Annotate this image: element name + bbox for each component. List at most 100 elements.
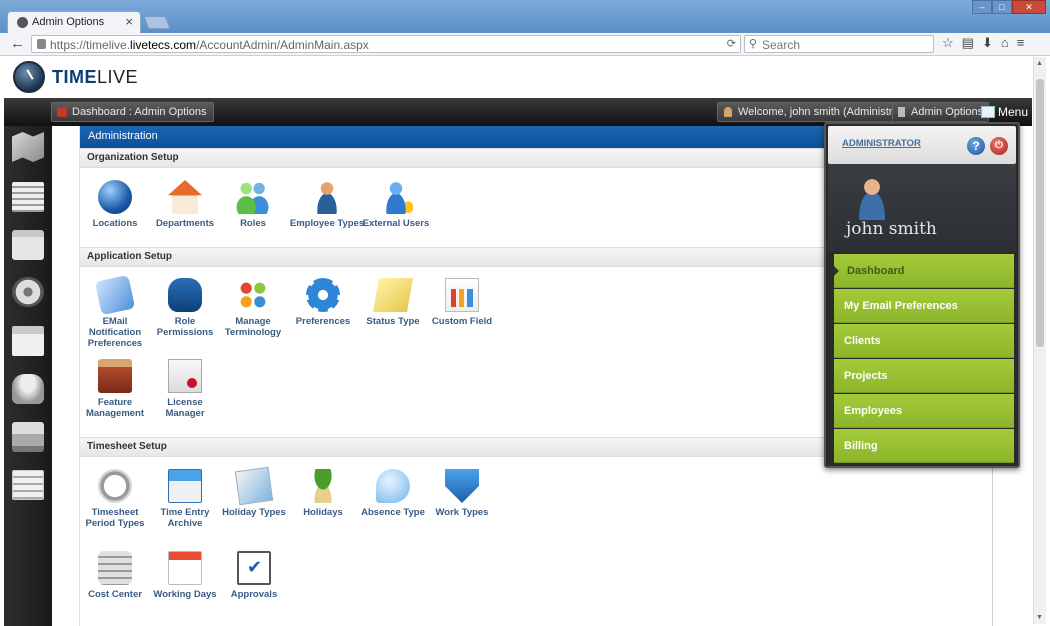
- working-days-item[interactable]: Working Days: [150, 551, 220, 600]
- help-icon[interactable]: ?: [967, 137, 985, 155]
- chart-document-icon: [445, 278, 479, 312]
- search-icon: ⚲: [749, 38, 758, 50]
- clock-favicon-icon: [17, 17, 28, 28]
- briefcase-icon: [98, 359, 132, 393]
- lock-icon: [168, 278, 202, 312]
- locations-item[interactable]: Locations: [80, 180, 150, 229]
- reload-icon[interactable]: ⟳: [727, 37, 736, 50]
- list-icon[interactable]: [12, 182, 44, 212]
- scroll-up-arrow-icon[interactable]: ▲: [1036, 60, 1043, 67]
- gear-icon: [306, 278, 340, 312]
- terminology-icon: [236, 278, 270, 312]
- timelive-logo[interactable]: TIMELIVE: [13, 61, 138, 93]
- custom-field-item[interactable]: Custom Field: [427, 278, 497, 327]
- tab-close-icon[interactable]: ×: [125, 14, 133, 29]
- scrollbar-thumb[interactable]: [1036, 79, 1044, 347]
- browser-tab[interactable]: Admin Options ×: [7, 11, 141, 33]
- holiday-types-item[interactable]: Holiday Types: [219, 466, 289, 518]
- menu-item-clients[interactable]: Clients: [834, 324, 1014, 358]
- email-icon: [94, 274, 136, 316]
- new-tab-button[interactable]: [143, 16, 171, 29]
- search-placeholder: Search: [762, 38, 801, 52]
- feature-management-item[interactable]: Feature Management: [80, 359, 150, 419]
- clock-logo-icon: [13, 61, 45, 93]
- home-icon[interactable]: ⌂: [1001, 35, 1009, 51]
- license-manager-item[interactable]: License Manager: [150, 359, 220, 419]
- menu-item-billing[interactable]: Billing: [834, 429, 1014, 463]
- user-name: john smith: [846, 219, 937, 239]
- bookmark-star-icon[interactable]: ☆: [942, 35, 954, 51]
- note-icon: [373, 278, 413, 312]
- status-type-item[interactable]: Status Type: [358, 278, 428, 327]
- external-users-item[interactable]: External Users: [361, 180, 431, 229]
- back-arrow-icon[interactable]: ←: [10, 35, 25, 52]
- roles-item[interactable]: Roles: [218, 180, 288, 229]
- approvals-item[interactable]: Approvals: [219, 551, 289, 600]
- url-text: https://timelive.livetecs.com/AccountAdm…: [50, 38, 369, 52]
- avatar: [852, 176, 892, 220]
- preferences-item[interactable]: Preferences: [288, 278, 358, 327]
- calendar-icon[interactable]: [12, 326, 44, 356]
- brochure-icon: [234, 466, 274, 506]
- printer-icon[interactable]: [12, 422, 44, 452]
- menu-item-projects[interactable]: Projects: [834, 359, 1014, 393]
- menu-item-dashboard[interactable]: Dashboard: [834, 254, 1014, 288]
- holidays-item[interactable]: Holidays: [288, 469, 358, 518]
- employee-icon: [310, 180, 344, 214]
- departments-item[interactable]: Departments: [150, 180, 220, 229]
- cost-center-item[interactable]: Cost Center: [80, 551, 150, 600]
- reading-list-icon[interactable]: ▤: [962, 35, 974, 51]
- absence-type-item[interactable]: Absence Type: [358, 469, 428, 518]
- timesheet-period-types-item[interactable]: Timesheet Period Types: [80, 469, 150, 529]
- work-types-item[interactable]: Work Types: [427, 469, 497, 518]
- admin-options-button[interactable]: Admin Options: [892, 102, 990, 122]
- stopwatch-icon: [98, 469, 132, 503]
- window-close-button[interactable]: ✕: [1012, 0, 1046, 14]
- scroll-down-arrow-icon[interactable]: ▼: [1036, 614, 1043, 621]
- external-user-icon: [379, 180, 413, 214]
- menu-item-employees[interactable]: Employees: [834, 394, 1014, 428]
- browser-toolbar: ← https://timelive.livetecs.com/AccountA…: [0, 33, 1050, 56]
- phone-icon[interactable]: [12, 374, 44, 404]
- tab-title: Admin Options: [32, 16, 105, 28]
- form-icon[interactable]: [12, 470, 44, 500]
- hamburger-menu-icon[interactable]: ≡: [1017, 35, 1025, 51]
- house-icon: [168, 180, 202, 214]
- id-card-icon[interactable]: [12, 230, 44, 260]
- brand-name: TIMELIVE: [52, 66, 139, 87]
- coins-icon: [98, 551, 132, 585]
- role-permissions-item[interactable]: Role Permissions: [150, 278, 220, 338]
- speech-bubble-icon: [376, 469, 410, 503]
- address-bar[interactable]: https://timelive.livetecs.com/AccountAdm…: [31, 35, 741, 53]
- maximize-button[interactable]: □: [992, 0, 1012, 14]
- user-menu-panel: ADMINISTRATOR ? ⏻ john smith Dashboard M…: [824, 122, 1020, 468]
- menu-panel-header: ADMINISTRATOR ? ⏻: [828, 126, 1016, 164]
- users-icon: [236, 180, 270, 214]
- left-icon-rail: [4, 126, 52, 626]
- logout-power-icon[interactable]: ⏻: [990, 137, 1008, 155]
- browser-search-input[interactable]: ⚲ Search: [744, 35, 934, 53]
- toolbar-icons: ☆ ▤ ⬇ ⌂ ≡: [942, 35, 1024, 51]
- download-icon[interactable]: ⬇: [982, 35, 993, 51]
- certificate-icon: [168, 359, 202, 393]
- menu-item-my-email-preferences[interactable]: My Email Preferences: [834, 289, 1014, 323]
- palm-tree-icon: [306, 469, 340, 503]
- employee-types-item[interactable]: Employee Types: [287, 180, 367, 229]
- gauge-icon[interactable]: [12, 277, 44, 307]
- page-scrollbar[interactable]: ▲ ▼: [1033, 57, 1046, 624]
- globe-icon: [98, 180, 132, 214]
- window-controls: – □ ✕: [972, 0, 1046, 14]
- email-notification-preferences-item[interactable]: EMail Notification Preferences: [80, 274, 150, 349]
- manage-terminology-item[interactable]: Manage Terminology: [218, 278, 288, 338]
- work-types-icon: [445, 469, 479, 503]
- browser-titlebar: Admin Options × – □ ✕: [0, 0, 1050, 33]
- breadcrumb[interactable]: Dashboard : Admin Options: [51, 102, 214, 122]
- time-entry-archive-item[interactable]: Time Entry Archive: [150, 469, 220, 529]
- checklist-icon: [237, 551, 271, 585]
- menu-button[interactable]: Menu: [978, 102, 1032, 122]
- lock-icon: [37, 39, 46, 49]
- map-icon[interactable]: [12, 132, 44, 162]
- user-card: john smith: [828, 164, 1016, 252]
- minimize-button[interactable]: –: [972, 0, 992, 14]
- role-link[interactable]: ADMINISTRATOR: [842, 138, 921, 149]
